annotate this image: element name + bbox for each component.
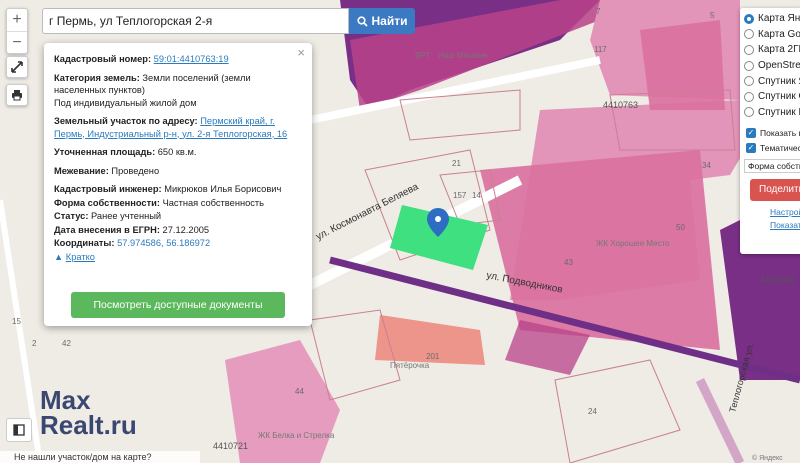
layer-option[interactable]: Карта Google xyxy=(740,27,800,43)
layer-option[interactable]: Карта 2ГИС xyxy=(740,42,800,58)
search-icon xyxy=(356,15,368,27)
parcel-info-popup: × Кадастровый номер: 59:01:4410763:19 Ка… xyxy=(44,43,312,326)
zoom-control: + − xyxy=(6,8,28,54)
status-label: Статус: xyxy=(54,211,89,221)
cadastral-label: 4410696 xyxy=(760,275,795,285)
poi-label: Наш Магазин xyxy=(438,51,488,60)
ownership-value: Частная собственность xyxy=(162,197,265,208)
house-number: 34 xyxy=(702,161,711,170)
house-number: 117 xyxy=(594,45,607,54)
radio-icon xyxy=(744,44,754,55)
thematic-checkbox[interactable]: ✓ Тематическая xyxy=(740,142,800,154)
search-input[interactable]: г Пермь, ул Теплогорская 2-я xyxy=(42,8,349,34)
house-number: 157 xyxy=(453,191,467,200)
house-number: 5 xyxy=(710,11,715,20)
settings-link[interactable]: Настройки xyxy=(770,206,800,219)
layer-option-label: OpenStreetMap xyxy=(758,60,800,72)
radio-icon xyxy=(744,60,754,71)
panel-icon xyxy=(13,424,25,436)
print-button[interactable] xyxy=(6,84,28,106)
zoom-out-button[interactable]: − xyxy=(7,31,27,53)
radio-selected-icon xyxy=(744,13,754,24)
thematic-label: Тематическая xyxy=(760,142,800,153)
house-number: 201 xyxy=(426,352,440,361)
printer-icon xyxy=(12,90,22,101)
area-label: Уточненная площадь: xyxy=(54,147,156,157)
layer-option[interactable]: OpenStreetMap xyxy=(740,58,800,74)
fullscreen-button[interactable] xyxy=(6,56,28,78)
engineer-value: Микрюков Илья Борисович xyxy=(164,184,282,194)
radio-icon xyxy=(744,29,754,40)
survey-label: Межевание: xyxy=(54,165,109,176)
house-number: 50 xyxy=(676,223,685,232)
land-category-label: Категория земель: xyxy=(54,72,140,83)
layer-option-label: Карта 2ГИС xyxy=(758,44,800,56)
zone-pink-right xyxy=(640,20,725,110)
poi-label: Пятёрочка xyxy=(390,361,430,370)
poi-label: ЖК Хорошее Место xyxy=(596,239,670,248)
layer-option[interactable]: Спутник Google xyxy=(740,89,800,105)
layer-option[interactable]: Спутник Яндекс xyxy=(740,73,800,89)
search-button-label: Найти xyxy=(371,14,408,28)
egrn-date-label: Дата внесения в ЕГРН: xyxy=(54,224,160,235)
map-attribution: © Яндекс xyxy=(752,455,783,462)
address-search: г Пермь, ул Теплогорская 2-я Найти xyxy=(42,8,415,34)
survey-value: Проведено xyxy=(111,165,160,176)
layer-option-label: Спутник Яндекс xyxy=(758,75,800,87)
use-type-value: Под индивидуальный жилой дом xyxy=(54,97,197,108)
house-number: 15 xyxy=(12,317,21,326)
poi-label: ВРТ xyxy=(415,51,430,60)
collapse-link[interactable]: Кратко xyxy=(66,252,95,262)
expand-icon xyxy=(11,61,23,73)
ownership-label: Форма собственности: xyxy=(54,197,160,208)
house-number: 2 xyxy=(32,339,37,348)
show-borders-label: Показать границы у... xyxy=(760,128,800,139)
cadastral-number-label: Кадастровый номер: xyxy=(54,54,152,64)
radio-icon xyxy=(744,91,754,102)
cadastral-label: 4410721 xyxy=(213,441,248,451)
search-button[interactable]: Найти xyxy=(349,8,415,34)
view-documents-button[interactable]: Посмотреть доступные документы xyxy=(71,292,285,318)
house-number: 42 xyxy=(62,339,71,348)
address-label: Земельный участок по адресу: xyxy=(54,116,198,126)
layer-option[interactable]: Спутник Bing xyxy=(740,105,800,121)
cadastral-label: 4410763 xyxy=(603,100,638,110)
show-borders-checkbox[interactable]: ✓ Показать границы у... xyxy=(740,128,800,139)
maxrealt-logo: Max Realt.ru xyxy=(40,387,137,440)
house-number: 44 xyxy=(295,387,304,396)
layer-option-label: Спутник Bing xyxy=(758,106,800,118)
cadastral-number-link[interactable]: 59:01:4410763:19 xyxy=(154,54,229,64)
layer-option[interactable]: Карта Яндекс xyxy=(740,11,800,27)
close-icon[interactable]: × xyxy=(297,46,305,60)
house-number: 7 xyxy=(596,7,601,16)
layers-panel: Карта Яндекс Карта Google Карта 2ГИС Ope… xyxy=(740,8,800,254)
zoom-in-button[interactable]: + xyxy=(7,9,27,31)
status-value: Ранее учтенный xyxy=(91,211,162,221)
egrn-date-value: 27.12.2005 xyxy=(162,224,210,235)
layer-option-label: Карта Google xyxy=(758,28,800,40)
checkbox-checked-icon: ✓ xyxy=(746,128,756,139)
poi-label: ЖК Белка и Стрелка xyxy=(258,431,335,440)
ownership-form-select[interactable]: Форма собственности xyxy=(744,159,800,174)
checkbox-checked-icon: ✓ xyxy=(746,142,756,153)
coords-label: Координаты: xyxy=(54,238,115,248)
area-value: 650 кв.м. xyxy=(157,147,197,157)
house-number: 43 xyxy=(564,258,573,267)
share-button[interactable]: Поделиться xyxy=(750,179,800,202)
layer-option-label: Спутник Google xyxy=(758,91,800,103)
not-found-link[interactable]: Не нашли участок/дом на карте? xyxy=(0,451,200,463)
house-number: 21 xyxy=(452,159,461,168)
radio-icon xyxy=(744,76,754,87)
sidebar-toggle-button[interactable] xyxy=(6,418,32,442)
coords-value[interactable]: 57.974586, 56.186972 xyxy=(117,238,210,248)
show-link[interactable]: Показать xyxy=(770,219,800,232)
logo-line2: Realt.ru xyxy=(40,410,137,440)
collapse-arrow-icon: ▲ xyxy=(54,251,64,262)
house-number: 14 xyxy=(472,191,481,200)
radio-icon xyxy=(744,107,754,118)
house-number: 24 xyxy=(588,407,597,416)
layer-option-label: Карта Яндекс xyxy=(758,13,800,25)
engineer-label: Кадастровый инженер: xyxy=(54,184,162,194)
